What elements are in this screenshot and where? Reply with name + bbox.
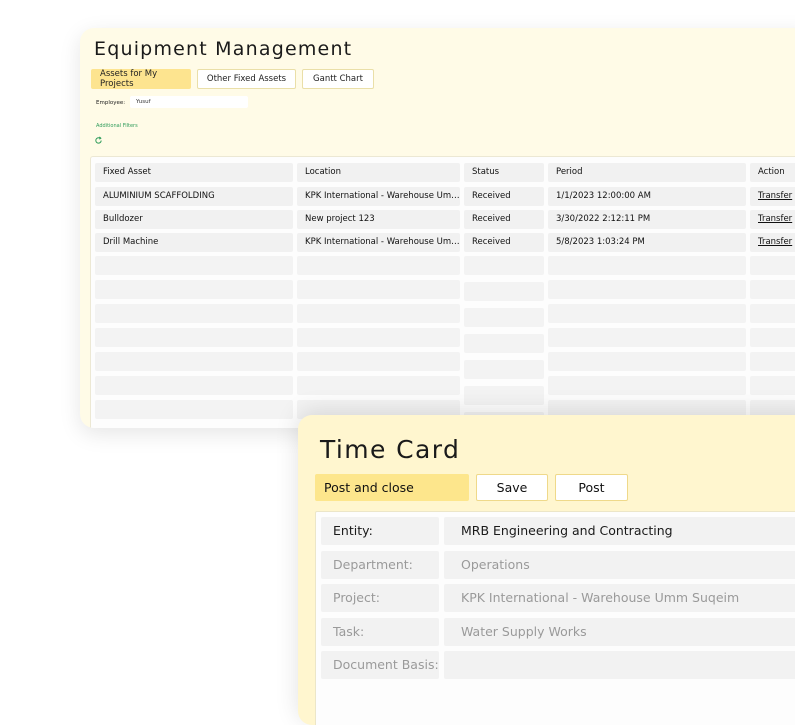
time-card-window: Time Card Post and close Save Post Entit…: [298, 415, 795, 725]
tab-bar: Assets for My Projects Other Fixed Asset…: [91, 69, 374, 89]
cell-status: Received: [464, 210, 544, 229]
column-header-fixed-asset[interactable]: Fixed Asset: [95, 163, 293, 182]
refresh-icon[interactable]: [94, 136, 103, 145]
cell-period: 3/30/2022 2:12:11 PM: [548, 210, 746, 229]
empty-table-cell: [297, 280, 460, 299]
table-row: ALUMINIUM SCAFFOLDING KPK International …: [91, 187, 795, 206]
task-label: Task:: [321, 618, 439, 646]
column-header-status[interactable]: Status: [464, 163, 544, 182]
tab-gantt-chart[interactable]: Gantt Chart: [302, 69, 374, 89]
empty-table-cell: [95, 256, 293, 275]
empty-table-cell: [548, 304, 746, 323]
transfer-link[interactable]: Transfer: [750, 233, 795, 252]
page-title: Equipment Management: [94, 38, 353, 60]
cell-period: 5/8/2023 1:03:24 PM: [548, 233, 746, 252]
employee-label: Employee:: [96, 100, 126, 106]
additional-filters-link[interactable]: Additional Filters: [96, 123, 138, 129]
entity-label: Entity:: [321, 517, 439, 545]
empty-table-cell: [297, 328, 460, 347]
empty-table-cell: [464, 386, 544, 405]
document-basis-field[interactable]: [444, 651, 795, 679]
post-button[interactable]: Post: [555, 474, 628, 501]
empty-table-cell: [95, 280, 293, 299]
empty-table-cell: [548, 352, 746, 371]
department-label: Department:: [321, 551, 439, 579]
empty-table-cell: [750, 256, 795, 275]
empty-table-cell: [750, 328, 795, 347]
empty-table-cell: [95, 400, 293, 419]
empty-table-cell: [548, 376, 746, 395]
empty-table-cell: [297, 256, 460, 275]
empty-table-cell: [548, 256, 746, 275]
document-basis-label: Document Basis:: [321, 651, 439, 679]
cell-status: Received: [464, 233, 544, 252]
cell-asset: Bulldozer: [95, 210, 293, 229]
empty-table-cell: [297, 352, 460, 371]
time-card-form: Entity: MRB Engineering and Contracting …: [315, 511, 795, 725]
cell-asset: ALUMINIUM SCAFFOLDING: [95, 187, 293, 206]
assets-table: Fixed Asset Location Status Period Actio…: [90, 156, 795, 428]
empty-table-cell: [297, 376, 460, 395]
empty-table-cell: [95, 352, 293, 371]
tab-assets-for-my-projects[interactable]: Assets for My Projects: [91, 69, 191, 89]
cell-period: 1/1/2023 12:00:00 AM: [548, 187, 746, 206]
time-card-title: Time Card: [320, 435, 461, 464]
cell-location: KPK International - Warehouse Um…: [297, 233, 460, 252]
equipment-management-window: Equipment Management Assets for My Proje…: [80, 28, 795, 428]
empty-table-cell: [464, 256, 544, 275]
empty-table-cell: [297, 304, 460, 323]
empty-table-cell: [464, 282, 544, 301]
empty-table-cell: [464, 334, 544, 353]
employee-field[interactable]: Yusuf: [130, 96, 248, 108]
transfer-link[interactable]: Transfer: [750, 187, 795, 206]
project-field[interactable]: KPK International - Warehouse Umm Suqeim: [444, 584, 795, 612]
empty-table-cell: [750, 304, 795, 323]
empty-table-cell: [750, 376, 795, 395]
task-field[interactable]: Water Supply Works: [444, 618, 795, 646]
cell-asset: Drill Machine: [95, 233, 293, 252]
cell-location: New project 123: [297, 210, 460, 229]
empty-table-cell: [750, 280, 795, 299]
tab-other-fixed-assets[interactable]: Other Fixed Assets: [197, 69, 296, 89]
department-field[interactable]: Operations: [444, 551, 795, 579]
column-header-action[interactable]: Action: [750, 163, 795, 182]
cell-location: KPK International - Warehouse Um…: [297, 187, 460, 206]
transfer-link[interactable]: Transfer: [750, 210, 795, 229]
project-label: Project:: [321, 584, 439, 612]
table-row: Bulldozer New project 123 Received 3/30/…: [91, 210, 795, 229]
empty-table-cell: [95, 376, 293, 395]
cell-status: Received: [464, 187, 544, 206]
empty-table-cell: [95, 304, 293, 323]
empty-table-cell: [95, 328, 293, 347]
column-header-period[interactable]: Period: [548, 163, 746, 182]
empty-table-cell: [464, 308, 544, 327]
empty-table-cell: [548, 280, 746, 299]
empty-table-cell: [464, 360, 544, 379]
table-row: Drill Machine KPK International - Wareho…: [91, 233, 795, 252]
save-button[interactable]: Save: [476, 474, 548, 501]
post-and-close-button[interactable]: Post and close: [315, 474, 469, 501]
column-header-location[interactable]: Location: [297, 163, 460, 182]
empty-table-cell: [548, 328, 746, 347]
entity-field[interactable]: MRB Engineering and Contracting: [444, 517, 795, 545]
empty-table-cell: [750, 352, 795, 371]
